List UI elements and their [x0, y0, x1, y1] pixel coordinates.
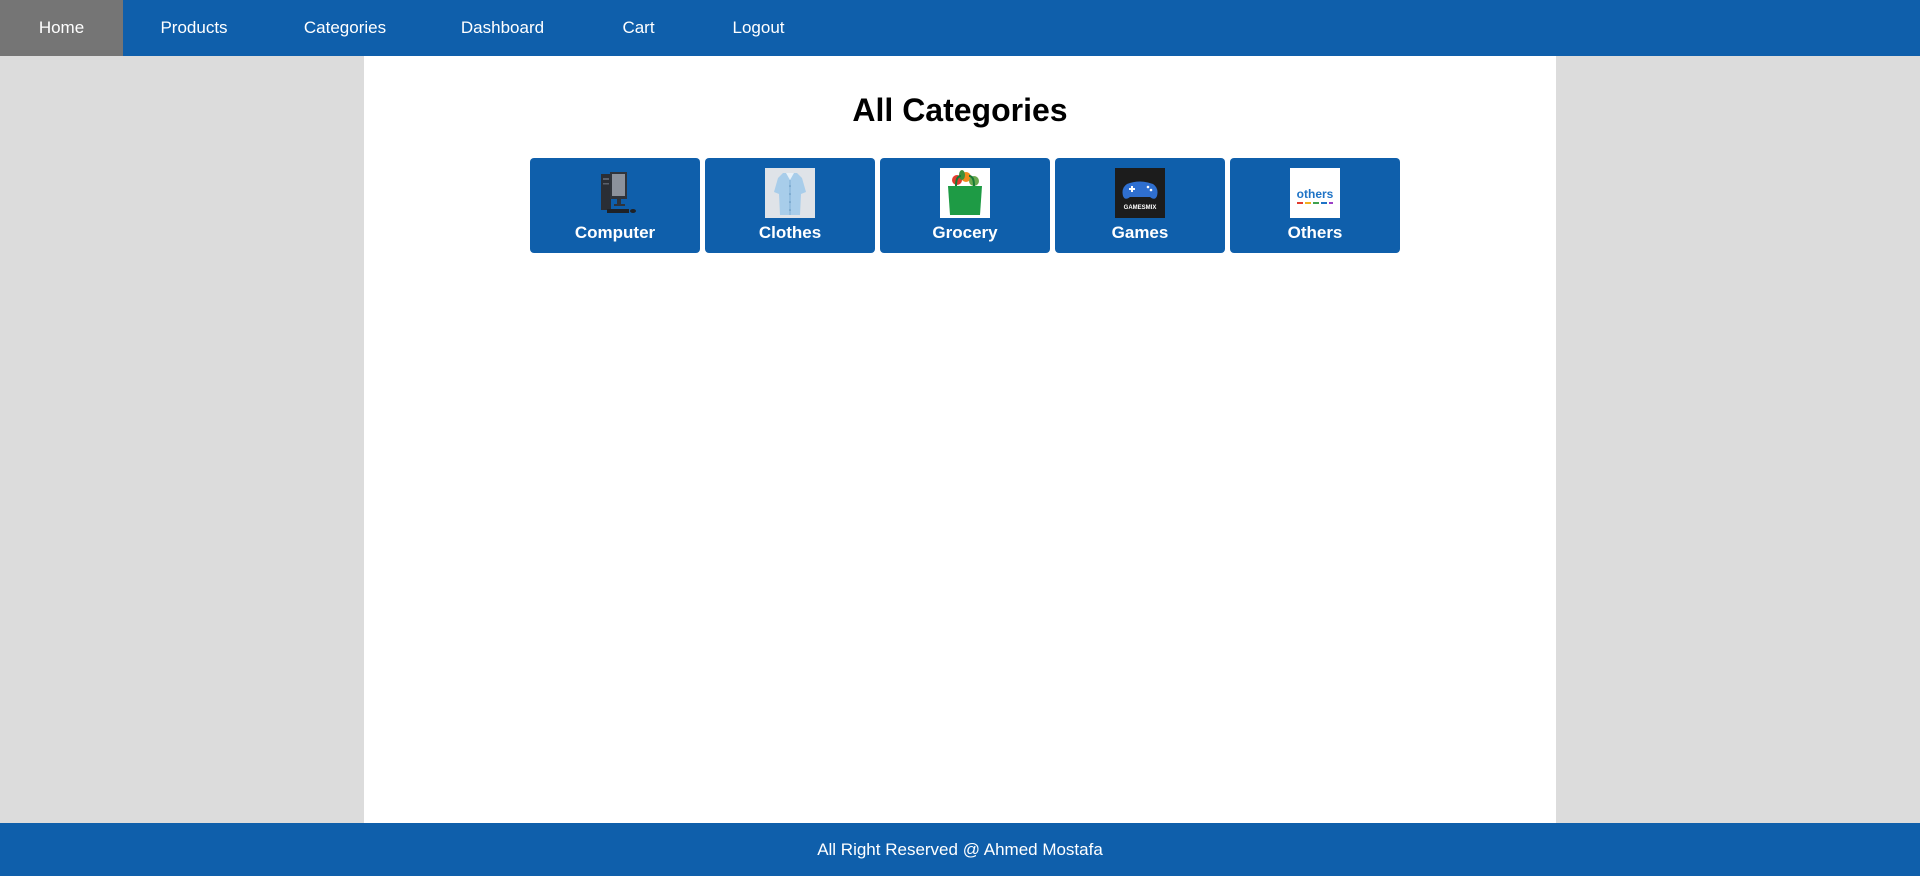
top-navbar: Home Products Categories Dashboard Cart … — [0, 0, 1920, 56]
category-label-games: Games — [1111, 223, 1169, 242]
grocery-bag-icon — [940, 168, 990, 218]
shirt-icon — [765, 168, 815, 218]
category-card-clothes[interactable]: Clothes — [705, 158, 875, 253]
category-label-grocery: Grocery — [932, 223, 998, 242]
category-card-computer[interactable]: Computer — [530, 158, 700, 253]
category-label-clothes: Clothes — [758, 223, 822, 242]
category-card-grocery[interactable]: Grocery — [880, 158, 1050, 253]
category-card-games[interactable]: GAMESMIX Games — [1055, 158, 1225, 253]
nav-home-link[interactable]: Home — [0, 0, 123, 56]
games-image-text: GAMESMIX — [1124, 205, 1157, 211]
category-label-computer: Computer — [574, 223, 656, 242]
categories-grid: Computer Clothes Grocery GAMESMIX Games … — [530, 158, 1400, 253]
page-title: All Categories — [852, 92, 1068, 128]
gamepad-icon: GAMESMIX — [1115, 168, 1165, 218]
nav-products-link[interactable]: Products — [123, 0, 265, 56]
others-image-text: others — [1297, 187, 1334, 201]
footer-text: All Right Reserved @ Ahmed Mostafa — [817, 839, 1103, 859]
nav-categories-link[interactable]: Categories — [265, 0, 425, 56]
computer-icon — [590, 168, 640, 218]
category-card-others[interactable]: others Others — [1230, 158, 1400, 253]
nav-dashboard-link[interactable]: Dashboard — [425, 0, 580, 56]
footer: All Right Reserved @ Ahmed Mostafa — [0, 823, 1920, 876]
nav-logout-link[interactable]: Logout — [697, 0, 820, 56]
nav-cart-link[interactable]: Cart — [580, 0, 697, 56]
others-icon: others — [1290, 168, 1340, 218]
category-label-others: Others — [1287, 223, 1343, 242]
main-content: All Categories Computer Clothes Grocery … — [364, 56, 1556, 823]
